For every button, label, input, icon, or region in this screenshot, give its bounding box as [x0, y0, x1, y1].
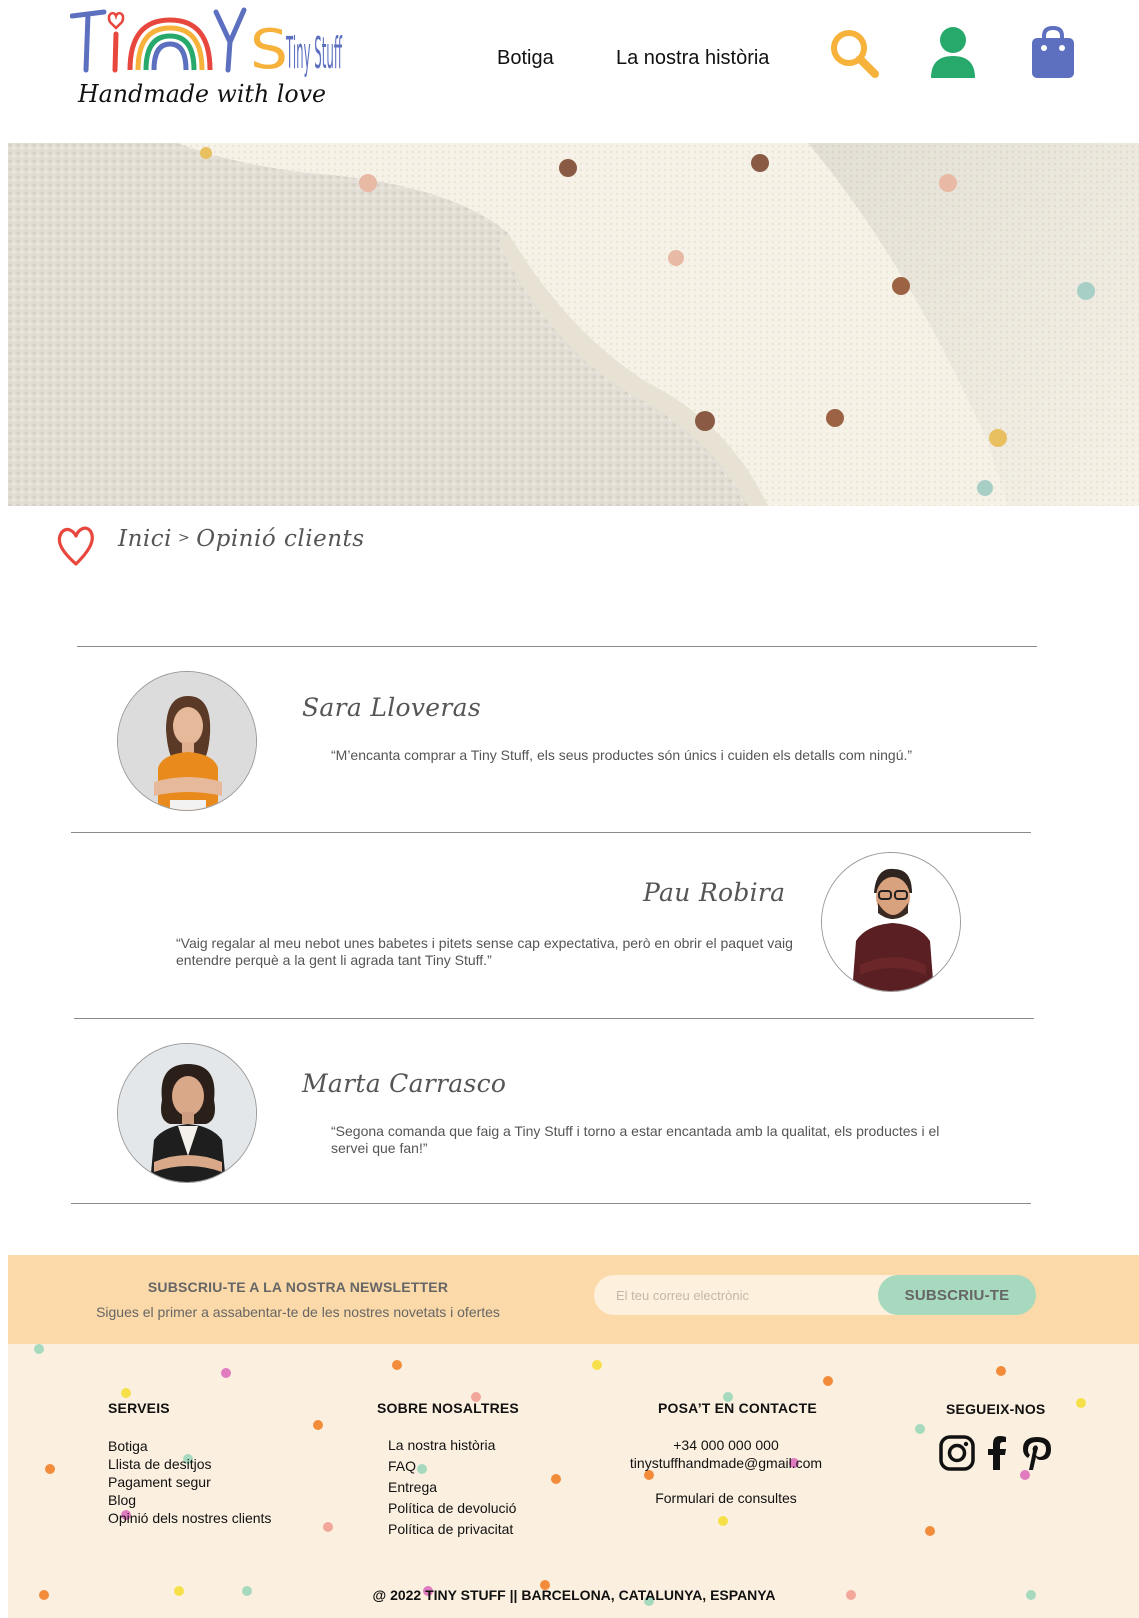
footer-serveis-heading: SERVEIS [108, 1400, 170, 1416]
breadcrumb-separator: > [178, 530, 191, 546]
heart-icon [57, 526, 94, 566]
testimonial-name: Pau Robira [643, 878, 786, 907]
testimonial-quote: “Segona comanda que faig a Tiny Stuff i … [331, 1123, 940, 1156]
pinterest-icon[interactable] [1018, 1434, 1056, 1472]
nav-botiga[interactable]: Botiga [497, 47, 554, 70]
testimonial-name: Sara Lloveras [302, 693, 481, 722]
testimonial-quote: “M’encanta comprar a Tiny Stuff, els seu… [331, 747, 913, 763]
breadcrumb: Inici > Opinió clients [56, 520, 456, 570]
footer-link-pagament-segur[interactable]: Pagament segur [108, 1473, 271, 1491]
footer-link-privacitat[interactable]: Política de privacitat [388, 1519, 516, 1540]
avatar-marta-carrasco [117, 1043, 257, 1183]
nav-la-nostra-historia[interactable]: La nostra història [616, 47, 769, 70]
footer-link-botiga[interactable]: Botiga [108, 1437, 271, 1455]
divider [71, 1203, 1031, 1204]
newsletter-subtitle: Sigues el primer a assabentar-te de les … [96, 1304, 500, 1320]
footer-link-llista-desitjos[interactable]: Llista de desitjos [108, 1455, 271, 1473]
facebook-icon[interactable] [978, 1434, 1016, 1472]
footer-sobre-list: La nostra història FAQ Entrega Política … [388, 1435, 516, 1540]
footer-link-entrega[interactable]: Entrega [388, 1477, 516, 1498]
search-icon[interactable] [825, 22, 885, 82]
footer-serveis-list: Botiga Llista de desitjos Pagament segur… [108, 1437, 271, 1527]
svg-text:S: S [250, 18, 288, 81]
footer-link-devolucio[interactable]: Política de devolució [388, 1498, 516, 1519]
breadcrumb-current: Opinió clients [196, 526, 365, 552]
footer-social-heading: SEGUEIX-NOS [946, 1401, 1046, 1417]
site-header: S Tiny Stuff Handmade with love Botiga L… [0, 0, 1139, 140]
footer-sobre-heading: SOBRE NOSALTRES [377, 1400, 519, 1416]
tiny-stuff-logo[interactable]: S Tiny Stuff Handmade with love [70, 2, 345, 114]
footer-phone[interactable]: +34 000 000 000 [616, 1437, 836, 1453]
subscribe-button[interactable]: SUBSCRIU-TE [878, 1275, 1036, 1315]
site-footer: SERVEIS Botiga Llista de desitjos Pagame… [8, 1344, 1139, 1618]
breadcrumb-trail: Inici > Opinió clients [118, 526, 365, 552]
logo-tagline: Handmade with love [77, 80, 326, 108]
footer-link-blog[interactable]: Blog [108, 1491, 271, 1509]
footer-contact-form-link[interactable]: Formulari de consultes [616, 1490, 836, 1506]
divider [74, 1018, 1034, 1019]
breadcrumb-home-link[interactable]: Inici [118, 526, 172, 552]
shopping-bag-icon[interactable] [1023, 22, 1083, 82]
logo-title: Tiny Stuff [286, 28, 343, 79]
user-icon[interactable] [923, 22, 983, 82]
footer-link-historia[interactable]: La nostra història [388, 1435, 516, 1456]
instagram-icon[interactable] [938, 1434, 976, 1472]
hero-image [8, 143, 1139, 506]
testimonial-name: Marta Carrasco [302, 1069, 507, 1098]
newsletter-title: SUBSCRIU-TE A LA NOSTRA NEWSLETTER [147, 1279, 449, 1295]
avatar-sara-lloveras [117, 671, 257, 811]
copyright-text: @ 2022 TINY STUFF || BARCELONA, CATALUNY… [372, 1587, 776, 1603]
divider [77, 646, 1037, 647]
footer-link-faq[interactable]: FAQ [388, 1456, 516, 1477]
newsletter-band: SUBSCRIU-TE A LA NOSTRA NEWSLETTER Sigue… [8, 1255, 1139, 1344]
footer-link-opinio-clients[interactable]: Opinió dels nostres clients [108, 1509, 271, 1527]
footer-email[interactable]: tinystuffhandmade@gmail.com [616, 1455, 836, 1471]
footer-contacte-heading: POSA’T EN CONTACTE [658, 1400, 817, 1416]
avatar-pau-robira [821, 852, 961, 992]
testimonial-quote: “Vaig regalar al meu nebot unes babetes … [176, 935, 793, 968]
divider [71, 832, 1031, 833]
